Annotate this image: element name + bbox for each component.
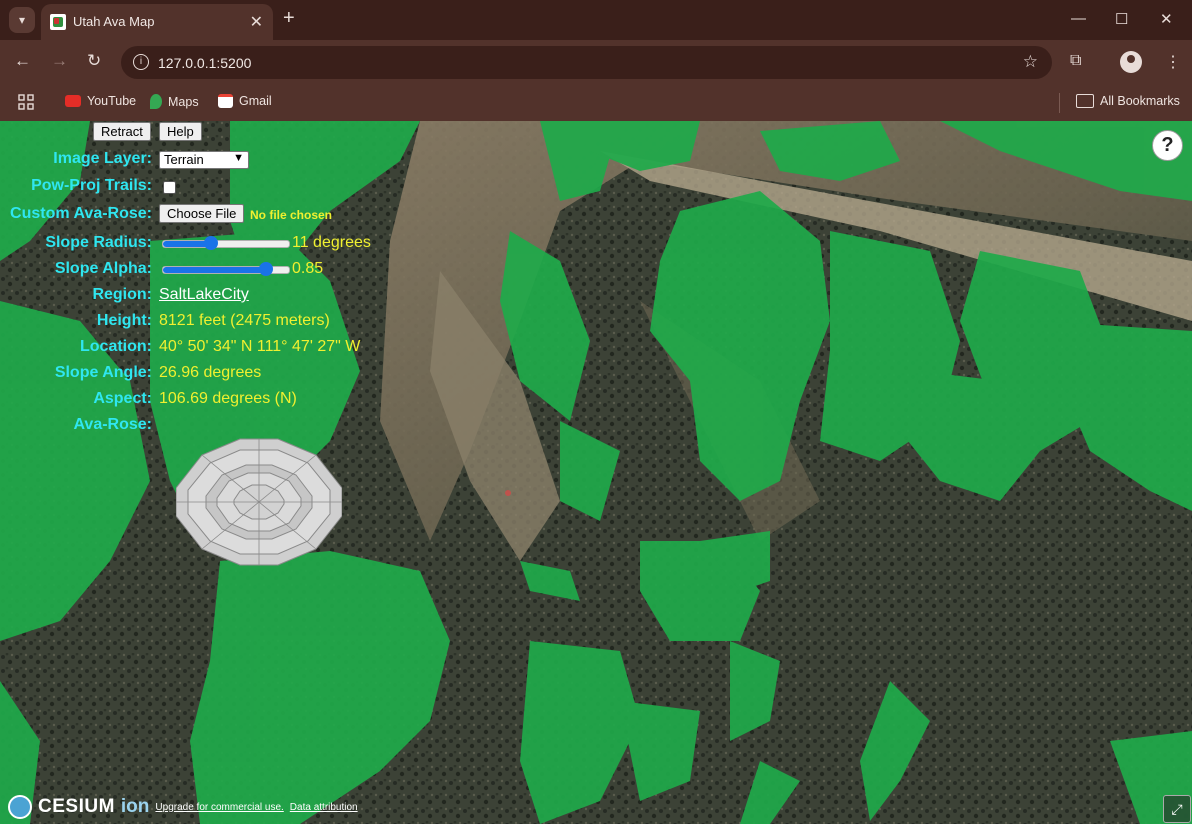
minimize-icon[interactable]: — — [1071, 10, 1086, 27]
cesium-credits: CESIUM ion Upgrade for commercial use. D… — [8, 795, 358, 819]
address-bar[interactable]: i 127.0.0.1:5200 ☆ — [121, 46, 1052, 79]
youtube-icon — [65, 95, 81, 107]
retract-button[interactable]: Retract — [93, 122, 151, 141]
browser-tab[interactable]: Utah Ava Map ✕ — [41, 4, 273, 40]
image-layer-select[interactable]: Terrain ▼ — [159, 151, 249, 169]
slope-angle-label: Slope Angle: — [54, 364, 152, 381]
bookmark-star-icon[interactable]: ☆ — [1023, 52, 1038, 72]
slope-radius-thumb[interactable] — [203, 236, 218, 250]
help-question-icon[interactable]: ? — [1152, 130, 1183, 161]
tab-title: Utah Ava Map — [73, 14, 155, 29]
region-link[interactable]: SaltLakeCity — [159, 286, 249, 304]
bookmark-maps[interactable]: Maps — [150, 94, 199, 109]
location-value: 40° 50' 34" N 111° 47' 27" W — [159, 338, 361, 355]
site-info-icon[interactable]: i — [133, 54, 149, 70]
chevron-down-icon: ▼ — [233, 152, 244, 164]
slope-alpha-value: 0.85 — [292, 260, 324, 277]
image-layer-label: Image Layer: — [53, 150, 152, 167]
cesium-logo-icon — [8, 795, 32, 819]
tab-favicon-icon — [50, 14, 66, 30]
bookmark-youtube[interactable]: YouTube — [65, 94, 136, 108]
cesium-ion-brand: ion — [120, 796, 150, 817]
bookmark-gmail-label: Gmail — [239, 94, 272, 108]
cesium-brand: CESIUM — [38, 796, 115, 817]
maps-icon — [150, 94, 162, 109]
slope-alpha-label: Slope Alpha: — [54, 260, 152, 277]
region-label: Region: — [92, 286, 152, 303]
data-attribution-link[interactable]: Data attribution — [290, 802, 358, 813]
close-window-icon[interactable]: ✕ — [1160, 10, 1173, 28]
all-bookmarks[interactable]: All Bookmarks — [1076, 94, 1180, 108]
close-tab-icon[interactable]: ✕ — [250, 12, 263, 32]
bookmark-separator — [1059, 93, 1060, 113]
bookmark-maps-label: Maps — [168, 94, 199, 109]
aspect-value: 106.69 degrees (N) — [159, 390, 297, 407]
back-icon[interactable]: ← — [14, 51, 31, 71]
ava-rose-graphic — [176, 438, 342, 566]
bookmark-youtube-label: YouTube — [87, 94, 137, 108]
slope-angle-value: 26.96 degrees — [159, 364, 262, 381]
menu-kebab-icon[interactable]: ⋮ — [1165, 52, 1181, 72]
slope-radius-slider[interactable] — [162, 236, 290, 250]
gmail-icon — [218, 94, 233, 108]
slope-radius-value: 11 degrees — [292, 234, 371, 251]
ava-rose-label: Ava-Rose: — [73, 416, 152, 433]
tab-bar: ▾ Utah Ava Map ✕ + — ☐ ✕ — [0, 0, 1192, 40]
choose-file-button[interactable]: Choose File — [159, 204, 245, 223]
apps-grid-icon[interactable] — [18, 94, 34, 110]
extensions-icon[interactable]: ⧉ — [1070, 52, 1081, 70]
forward-icon[interactable]: → — [51, 51, 68, 71]
slope-alpha-fill — [163, 267, 267, 273]
image-layer-value: Terrain — [164, 152, 204, 167]
bookmark-gmail[interactable]: Gmail — [218, 94, 272, 108]
upgrade-link[interactable]: Upgrade for commercial use. — [155, 802, 283, 813]
reload-icon[interactable]: ↻ — [87, 51, 101, 71]
new-tab-icon[interactable]: + — [283, 8, 295, 28]
custom-ava-rose-label: Custom Ava-Rose: — [10, 205, 152, 222]
height-value: 8121 feet (2475 meters) — [159, 312, 330, 329]
height-label: Height: — [96, 312, 152, 329]
maximize-icon[interactable]: ☐ — [1115, 10, 1128, 28]
powproj-trails-checkbox[interactable] — [163, 181, 176, 194]
tab-search-icon[interactable]: ▾ — [9, 7, 35, 33]
folder-icon — [1076, 94, 1094, 108]
aspect-label: Aspect: — [93, 390, 152, 407]
no-file-chosen-text: No file chosen — [250, 208, 333, 222]
slope-alpha-thumb[interactable] — [259, 262, 274, 276]
help-button[interactable]: Help — [159, 122, 202, 141]
slope-radius-label: Slope Radius: — [45, 234, 152, 251]
browser-toolbar: ← → ↻ i 127.0.0.1:5200 ☆ ⧉ ⋮ — [0, 40, 1192, 85]
url-text[interactable]: 127.0.0.1:5200 — [158, 55, 251, 71]
all-bookmarks-label: All Bookmarks — [1100, 94, 1180, 108]
profile-avatar-icon[interactable] — [1120, 51, 1142, 73]
powproj-trails-label: Pow-Proj Trails: — [31, 177, 152, 194]
slope-alpha-slider[interactable] — [162, 262, 290, 276]
location-label: Location: — [80, 338, 152, 355]
fullscreen-icon[interactable]: ⤢ — [1163, 795, 1191, 823]
cesium-map-viewer[interactable]: Retract Help Image Layer: Terrain ▼ Pow-… — [0, 121, 1192, 824]
bookmarks-bar: YouTube Maps Gmail All Bookmarks — [0, 85, 1192, 121]
